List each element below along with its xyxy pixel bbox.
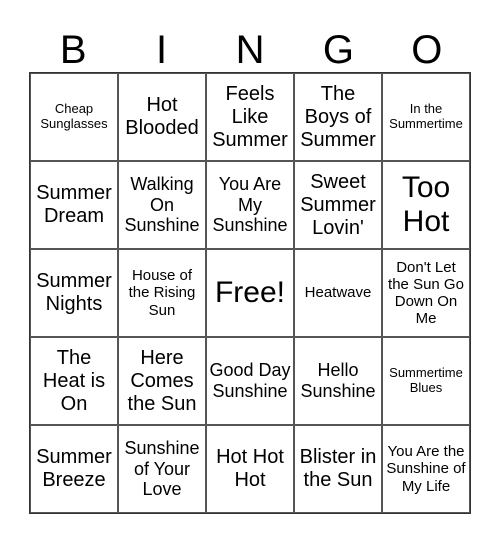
bingo-cell[interactable]: Hot Hot Hot bbox=[206, 425, 294, 513]
bingo-cell[interactable]: Good Day Sunshine bbox=[206, 337, 294, 425]
bingo-grid: Cheap Sunglasses Hot Blooded Feels Like … bbox=[29, 72, 471, 514]
bingo-cell[interactable]: The Heat is On bbox=[30, 337, 118, 425]
header-letter-o: O bbox=[411, 28, 443, 72]
bingo-cell[interactable]: Sweet Summer Lovin' bbox=[294, 161, 382, 249]
bingo-cell[interactable]: You Are My Sunshine bbox=[206, 161, 294, 249]
bingo-cell[interactable]: Hot Blooded bbox=[118, 73, 206, 161]
bingo-cell[interactable]: House of the Rising Sun bbox=[118, 249, 206, 337]
bingo-cell[interactable]: The Boys of Summer bbox=[294, 73, 382, 161]
bingo-cell[interactable]: You Are the Sunshine of My Life bbox=[382, 425, 470, 513]
bingo-cell[interactable]: Feels Like Summer bbox=[206, 73, 294, 161]
bingo-cell[interactable]: Here Comes the Sun bbox=[118, 337, 206, 425]
bingo-header: B I N G O bbox=[29, 28, 471, 72]
header-letter-n: N bbox=[235, 28, 265, 72]
bingo-cell[interactable]: Summer Dream bbox=[30, 161, 118, 249]
bingo-cell[interactable]: Walking On Sunshine bbox=[118, 161, 206, 249]
bingo-cell[interactable]: Sunshine of Your Love bbox=[118, 425, 206, 513]
bingo-cell[interactable]: Summertime Blues bbox=[382, 337, 470, 425]
bingo-cell[interactable]: Heatwave bbox=[294, 249, 382, 337]
bingo-cell[interactable]: Too Hot bbox=[382, 161, 470, 249]
bingo-cell[interactable]: In the Summertime bbox=[382, 73, 470, 161]
bingo-cell[interactable]: Cheap Sunglasses bbox=[30, 73, 118, 161]
bingo-cell[interactable]: Don't Let the Sun Go Down On Me bbox=[382, 249, 470, 337]
bingo-cell[interactable]: Summer Breeze bbox=[30, 425, 118, 513]
header-letter-g: G bbox=[322, 28, 354, 72]
bingo-cell[interactable]: Summer Nights bbox=[30, 249, 118, 337]
free-space-cell[interactable]: Free! bbox=[206, 249, 294, 337]
bingo-cell[interactable]: Hello Sunshine bbox=[294, 337, 382, 425]
header-letter-b: B bbox=[59, 28, 87, 72]
bingo-cell[interactable]: Blister in the Sun bbox=[294, 425, 382, 513]
header-letter-i: I bbox=[156, 28, 168, 72]
